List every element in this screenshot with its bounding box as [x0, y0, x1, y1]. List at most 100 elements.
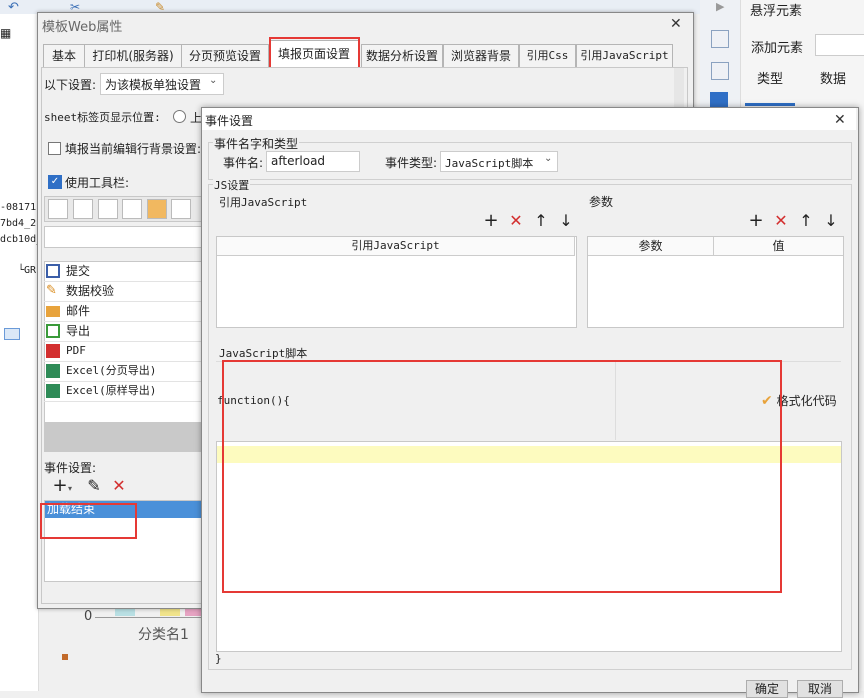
event-dialog-titlebar [202, 108, 856, 130]
toolbar-item-excel-page[interactable]: Excel(分页导出) [44, 361, 204, 382]
tb-grid-icon[interactable] [171, 199, 191, 219]
ref-js-col-header: 引用JavaScript [217, 237, 575, 256]
events-label: 事件设置: [44, 461, 97, 475]
list-footer-bar [44, 422, 204, 452]
script-label: JavaScript脚本 [219, 347, 308, 360]
toolbar-input[interactable] [44, 226, 206, 248]
param-add-icon[interactable]: + [748, 212, 764, 230]
tab-browser-bg[interactable]: 浏览器背景 [443, 44, 519, 67]
event-dialog-close-icon[interactable]: ✕ [834, 112, 846, 128]
sheet-line-2: 7bd4_2 [0, 218, 37, 229]
pdf-icon [46, 344, 60, 358]
chevron-down-icon: ⌄ [209, 75, 218, 86]
fill-bg-label: 填报当前编辑行背景设置: [65, 142, 202, 156]
excel-icon [46, 364, 60, 378]
tb-print-icon[interactable] [98, 199, 118, 219]
chart-bar-2 [160, 608, 180, 616]
tab-ref-js[interactable]: 引用JavaScript [576, 44, 673, 67]
param-col-header: 参数 [588, 237, 714, 256]
event-type-label: 事件类型: [385, 156, 438, 170]
delete-event-icon[interactable]: ✕ [111, 478, 127, 494]
tab-type-underline [745, 103, 795, 106]
tab-data-analysis[interactable]: 数据分析设置 [361, 44, 443, 67]
settings-label: 以下设置: [44, 78, 97, 92]
ref-js-add-icon[interactable]: + [483, 212, 499, 230]
ref-js-table: 引用JavaScript [216, 236, 577, 328]
tb-pencil-icon[interactable] [73, 199, 93, 219]
arrow-right-icon[interactable]: ▶ [716, 0, 724, 13]
panel-icon-2[interactable] [711, 62, 729, 80]
params-label: 参数 [589, 195, 614, 209]
excel-icon [46, 384, 60, 398]
tab-type[interactable]: 类型 [757, 68, 783, 87]
sheet-line-4: └GR [18, 265, 37, 276]
tab-ref-css[interactable]: 引用Css [519, 44, 576, 67]
edit-event-icon[interactable]: ✎ [86, 478, 102, 494]
sheet-tab-radio[interactable] [173, 110, 186, 123]
web-attr-close-icon[interactable]: ✕ [670, 16, 682, 32]
event-type-select[interactable]: JavaScript脚本 ⌄ [440, 151, 558, 172]
toolbar-item-label: PDF [66, 344, 86, 357]
event-type-value: JavaScript脚本 [445, 157, 534, 170]
event-name-input[interactable]: afterload [266, 151, 360, 172]
panel-icon-1[interactable] [711, 30, 729, 48]
web-attr-dialog-title: 模板Web属性 [42, 20, 123, 35]
tab-printer[interactable]: 打印机(服务器) [84, 44, 182, 67]
fill-bg-checkbox[interactable] [48, 142, 61, 155]
ok-button[interactable]: 确定 [746, 680, 788, 698]
save-icon [46, 264, 60, 278]
toolbar-item-label: Excel(分页导出) [66, 364, 157, 377]
toolbar-item-excel-orig[interactable]: Excel(原样导出) [44, 381, 204, 402]
toolbar-item-submit[interactable]: 提交 [44, 261, 204, 282]
toolbar-item-label: 数据校验 [66, 284, 115, 298]
toolbar-item-verify[interactable]: ✎ 数据校验 [44, 281, 204, 302]
pencil-icon: ✎ [46, 283, 57, 298]
event-dialog-title: 事件设置 [205, 114, 254, 128]
add-event-dropdown-icon[interactable]: ▾ [68, 484, 72, 493]
grid-icon[interactable]: ▦ [0, 26, 11, 40]
param-down-icon[interactable]: ↓ [823, 213, 839, 229]
sheet-line-3: dcb10d_ [0, 234, 43, 245]
toolbar-item-label: 邮件 [66, 304, 91, 318]
event-name-value: afterload [271, 154, 326, 168]
toolbar-item-label: Excel(原样导出) [66, 384, 157, 397]
tb-save-icon[interactable] [48, 199, 68, 219]
tb-mail-icon[interactable] [147, 199, 167, 219]
envelope-icon [46, 306, 60, 317]
param-delete-icon[interactable]: ✕ [773, 213, 789, 229]
scrollbar-track[interactable] [674, 68, 684, 108]
sheet-line-1: -08171b [0, 202, 43, 213]
highlight-script-area [222, 360, 782, 593]
tab-basic[interactable]: 基本 [43, 44, 85, 67]
chevron-down-icon: ⌄ [544, 153, 553, 164]
name-type-group-label: 事件名字和类型 [213, 135, 300, 152]
param-up-icon[interactable]: ↑ [798, 213, 814, 229]
add-element-input[interactable] [815, 34, 864, 56]
chart-bar-3 [185, 608, 201, 616]
chart-bar-1 [115, 608, 135, 616]
value-col-header: 值 [714, 237, 843, 256]
toolbar-item-email[interactable]: 邮件 [44, 301, 204, 322]
settings-select-value: 为该模板单独设置 [105, 78, 202, 92]
ref-js-down-icon[interactable]: ↓ [558, 213, 574, 229]
ref-js-label: 引用JavaScript [219, 196, 308, 209]
sheet-dropdown[interactable] [4, 328, 20, 340]
toolbar-label: 使用工具栏: [65, 176, 130, 190]
add-event-icon[interactable]: + [52, 477, 68, 495]
toolbar-item-pdf[interactable]: PDF [44, 341, 204, 362]
ref-js-up-icon[interactable]: ↑ [533, 213, 549, 229]
tb-export-icon[interactable] [122, 199, 142, 219]
undo-icon[interactable]: ↶ [8, 0, 19, 15]
cancel-button[interactable]: 取消 [797, 680, 843, 698]
ref-js-delete-icon[interactable]: ✕ [508, 213, 524, 229]
toolbar-checkbox[interactable]: ✓ [48, 175, 62, 189]
add-element-label: 添加元素 [751, 41, 804, 56]
settings-select[interactable]: 为该模板单独设置 ⌄ [100, 73, 224, 95]
tab-page-preview[interactable]: 分页预览设置 [181, 44, 269, 67]
tab-data[interactable]: 数据 [820, 68, 846, 87]
param-table: 参数 值 [587, 236, 844, 328]
format-code-label: 格式化代码 [776, 394, 837, 408]
toolbar-item-export[interactable]: 导出 [44, 321, 204, 342]
export-icon [46, 324, 60, 338]
right-panel-title: 悬浮元素 [750, 4, 803, 19]
